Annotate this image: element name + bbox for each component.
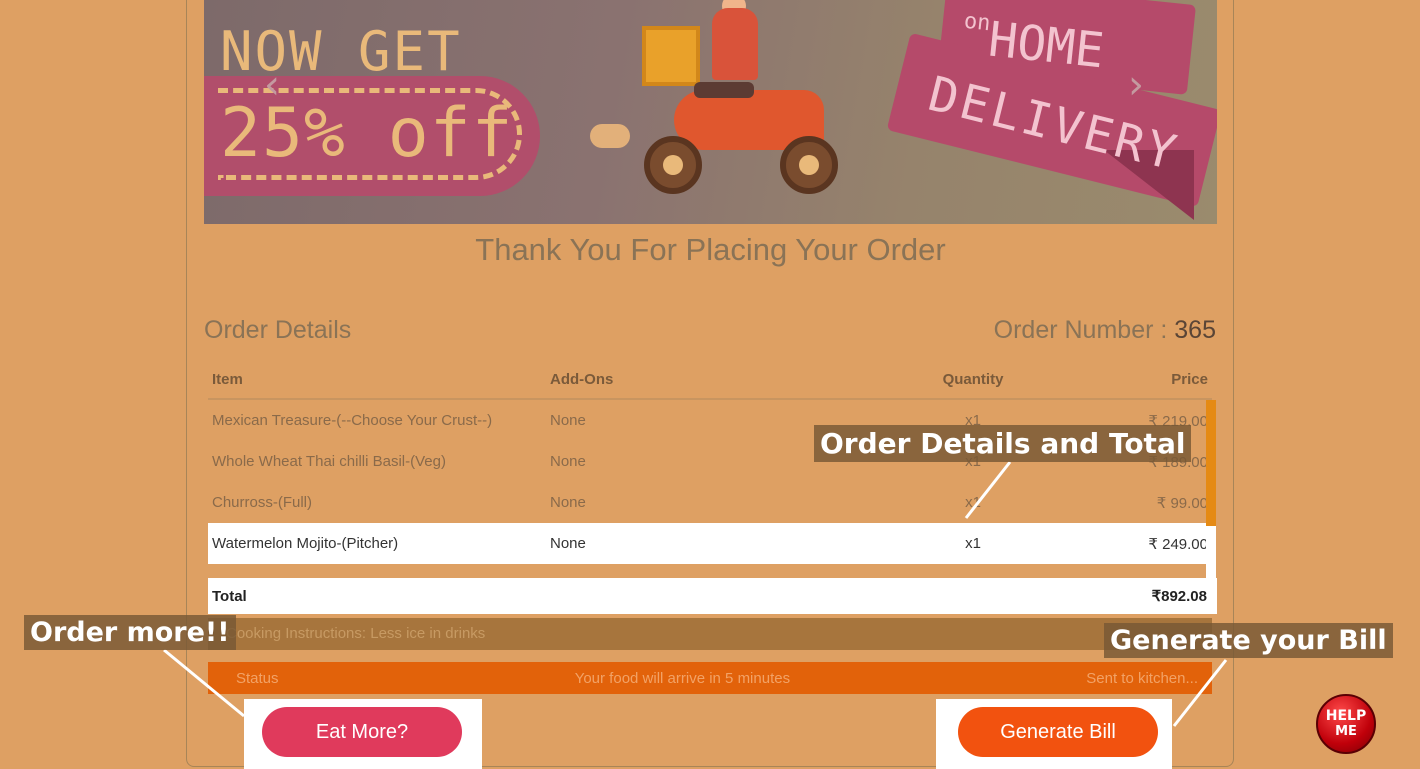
header-quantity: Quantity	[854, 360, 1092, 400]
generate-bill-button[interactable]: Generate Bill	[958, 707, 1158, 757]
order-details-title: Order Details	[204, 316, 352, 344]
generate-bill-highlight: Generate Bill	[936, 699, 1172, 769]
header-item: Item	[208, 360, 546, 400]
item-addons: None	[550, 412, 586, 429]
item-name: Churross-(Full)	[212, 494, 313, 511]
order-status-bar: Status Your food will arrive in 5 minute…	[208, 662, 1212, 694]
table-row: Churross-(Full) None x1 ₹ 99.00	[208, 482, 1212, 523]
order-number: Order Number : 365	[994, 316, 1216, 345]
scroll-thumb[interactable]	[1206, 400, 1216, 526]
table-header-row: Item Add-Ons Quantity Price	[208, 360, 1212, 400]
order-number-label: Order Number :	[993, 316, 1168, 344]
item-addons: None	[550, 453, 586, 470]
status-message: Your food will arrive in 5 minutes	[574, 669, 791, 687]
status-label: Status	[236, 669, 279, 687]
total-label: Total	[212, 587, 247, 605]
callout-order-details: Order Details and Total	[814, 425, 1192, 462]
total-value: ₹892.08	[1151, 588, 1207, 605]
item-name: Watermelon Mojito-(Pitcher)	[208, 523, 546, 564]
table-scrollbar[interactable]	[1206, 400, 1216, 578]
callout-order-more: Order more!!	[24, 615, 236, 650]
delivery-scooter-illustration	[584, 0, 844, 200]
thank-you-heading: Thank You For Placing Your Order	[475, 232, 946, 267]
help-me-button[interactable]: HELP ME	[1316, 694, 1376, 754]
item-addons: None	[550, 494, 586, 511]
help-label-line1: HELP	[1325, 708, 1367, 724]
item-name: Whole Wheat Thai chilli Basil-(Veg)	[212, 453, 446, 470]
promo-banner[interactable]: 25% off NOW GET ‹ onHOME DELIVERY ›	[204, 0, 1217, 224]
status-state: Sent to kitchen...	[1086, 669, 1198, 687]
item-quantity: x1	[965, 494, 981, 511]
chevron-left-icon[interactable]: ‹	[264, 62, 280, 108]
header-addons: Add-Ons	[546, 360, 854, 400]
item-quantity: x1	[854, 523, 1092, 564]
order-number-value: 365	[1174, 316, 1216, 344]
order-items-table: Item Add-Ons Quantity Price Mexican Trea…	[208, 360, 1212, 564]
discount-ticket: 25% off	[204, 76, 540, 196]
item-name: Mexican Treasure-(--Choose Your Crust--)	[212, 412, 493, 429]
cooking-instructions: Cooking Instructions: Less ice in drinks	[208, 618, 1212, 650]
header-price: Price	[1092, 360, 1212, 400]
item-addons: None	[546, 523, 854, 564]
item-price: ₹ 99.00	[1156, 494, 1208, 512]
eat-more-highlight: Eat More?	[244, 699, 482, 769]
table-row: Watermelon Mojito-(Pitcher) None x1 ₹ 24…	[208, 523, 1212, 564]
help-label-line2: ME	[1335, 724, 1357, 739]
chevron-right-icon[interactable]: ›	[1128, 62, 1144, 108]
eat-more-button[interactable]: Eat More?	[262, 707, 462, 757]
item-price: ₹ 249.00	[1092, 523, 1212, 564]
callout-generate-bill: Generate your Bill	[1104, 623, 1393, 658]
banner-headline: NOW GET	[220, 20, 462, 83]
total-row: Total ₹892.08	[208, 578, 1217, 614]
